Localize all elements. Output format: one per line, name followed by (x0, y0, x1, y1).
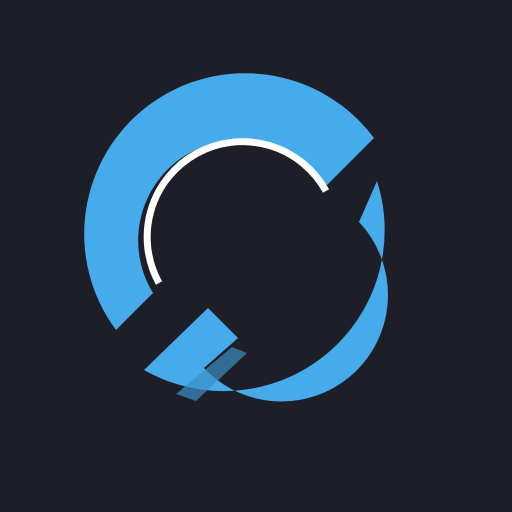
app-icon-canvas (0, 0, 512, 512)
circular-c-logo-icon (0, 0, 512, 512)
